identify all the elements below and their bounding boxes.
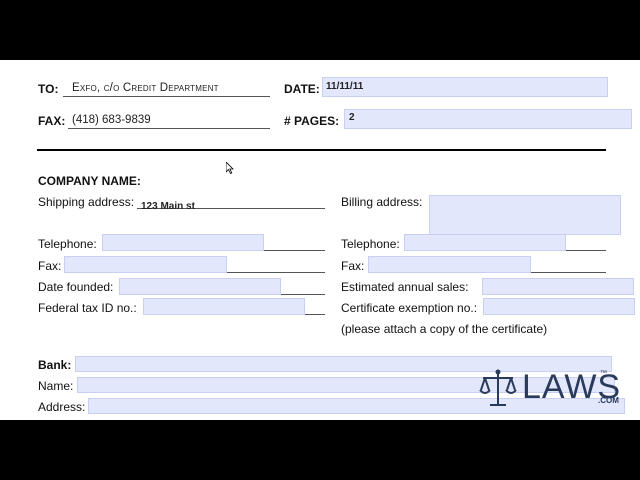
fax-right-label: Fax: xyxy=(341,259,365,273)
date-field[interactable] xyxy=(322,77,608,97)
telephone-right-field[interactable] xyxy=(404,234,566,251)
federal-tax-id-underline xyxy=(305,314,325,315)
fax-label: FAX: xyxy=(38,114,66,128)
billing-address-field[interactable] xyxy=(429,195,621,235)
federal-tax-id-field[interactable] xyxy=(143,298,305,315)
mouse-cursor-icon xyxy=(226,162,234,174)
fax-underline xyxy=(68,128,270,129)
telephone-left-underline xyxy=(264,250,325,251)
certificate-exemption-field[interactable] xyxy=(483,298,635,315)
pages-label: # PAGES: xyxy=(284,114,340,128)
fax-left-label: Fax: xyxy=(38,259,62,273)
to-value: Exfo, c/o Credit Department xyxy=(72,82,219,94)
company-name-label: COMPANY NAME: xyxy=(38,174,141,188)
date-founded-underline xyxy=(281,294,325,295)
billing-address-label: Billing address: xyxy=(341,195,423,209)
divider-rule xyxy=(37,149,606,151)
fax-value: (418) 683-9839 xyxy=(72,114,151,126)
to-label: TO: xyxy=(38,82,59,96)
date-founded-field[interactable] xyxy=(119,278,281,295)
fax-right-underline xyxy=(531,272,606,273)
pages-field[interactable] xyxy=(344,109,632,129)
telephone-right-underline xyxy=(566,250,606,251)
scales-of-justice-icon xyxy=(479,369,517,406)
pages-value: 2 xyxy=(349,112,355,123)
shipping-address-value[interactable]: 123 Main st xyxy=(141,201,195,212)
fax-left-underline xyxy=(227,272,325,273)
federal-tax-id-label: Federal tax ID no.: xyxy=(38,301,137,315)
telephone-right-label: Telephone: xyxy=(341,237,400,251)
bank-name-label: Name: xyxy=(38,379,74,393)
bank-label: Bank: xyxy=(38,358,72,372)
certificate-exemption-label: Certificate exemption no.: xyxy=(341,301,478,315)
form-page: TO: Exfo, c/o Credit Department DATE: 11… xyxy=(0,60,640,420)
telephone-left-label: Telephone: xyxy=(38,237,97,251)
date-value: 11/11/11 xyxy=(326,81,364,92)
estimated-sales-label: Estimated annual sales: xyxy=(341,280,469,294)
date-label: DATE: xyxy=(284,82,320,96)
certificate-note: (please attach a copy of the certificate… xyxy=(341,322,548,336)
bank-address-label: Address: xyxy=(38,400,86,414)
fax-left-field[interactable] xyxy=(64,256,227,273)
laws-logo: LAWS ™ .COM xyxy=(474,366,624,412)
to-underline xyxy=(63,96,270,97)
laws-logo-com: .COM xyxy=(598,396,619,405)
shipping-address-label: Shipping address: xyxy=(38,195,135,209)
laws-logo-tm: ™ xyxy=(600,370,607,377)
telephone-left-field[interactable] xyxy=(102,234,264,251)
date-founded-label: Date founded: xyxy=(38,280,114,294)
fax-right-field[interactable] xyxy=(368,256,531,273)
estimated-sales-field[interactable] xyxy=(482,278,634,295)
